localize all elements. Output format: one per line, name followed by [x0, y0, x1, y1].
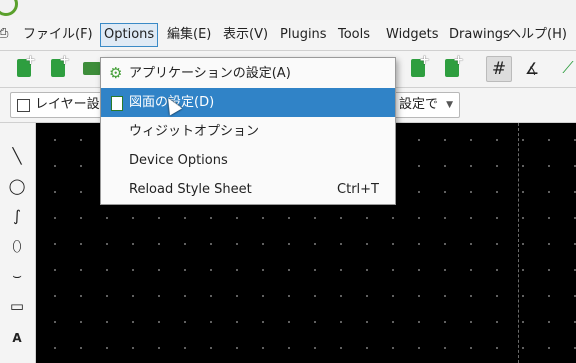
- polyline-icon: ⌣: [12, 267, 22, 285]
- curve-tool[interactable]: ∫: [6, 205, 28, 227]
- menu-options[interactable]: Options: [100, 23, 159, 47]
- block-button[interactable]: [406, 53, 430, 80]
- menu-tools[interactable]: Tools: [335, 25, 373, 45]
- guide-line: [518, 123, 519, 363]
- text-tool[interactable]: A: [6, 327, 28, 349]
- ellipse-icon: ⬯: [12, 237, 22, 255]
- grid-toggle-button[interactable]: #: [486, 56, 512, 82]
- polyline-tool[interactable]: ⌣: [6, 265, 28, 287]
- menu-device-options[interactable]: Device Options: [101, 146, 395, 175]
- snap-angle-icon: ∡: [524, 58, 540, 78]
- circle-tool[interactable]: ◯: [6, 175, 28, 197]
- settings-combo[interactable]: 設定で ▼: [394, 92, 460, 118]
- menu-item-label: Device Options: [129, 153, 228, 168]
- snap-angle-button[interactable]: ∡: [520, 56, 544, 80]
- add-block-button[interactable]: [440, 53, 464, 80]
- menu-item-label: Reload Style Sheet: [129, 182, 252, 197]
- menu-bar: ⎙ ファイル(F) Options 編集(E) 表示(V) Plugins To…: [0, 20, 576, 51]
- text-icon: A: [12, 331, 22, 345]
- menu-drawings[interactable]: Drawings: [446, 25, 513, 45]
- line-tool[interactable]: ╲: [6, 145, 28, 167]
- ellipse-tool[interactable]: ⬯: [6, 235, 28, 257]
- curve-icon: ∫: [13, 207, 21, 225]
- title-bar: [0, 0, 576, 20]
- menu-help[interactable]: ヘルプ(H): [505, 25, 570, 45]
- draft-icon: ⟋: [562, 58, 574, 77]
- page-icon: [111, 96, 123, 111]
- new-file-button[interactable]: [12, 53, 36, 80]
- tool-sidebar: ╲ ◯ ∫ ⬯ ⌣ ▭ A: [0, 123, 36, 363]
- menu-item-shortcut: Ctrl+T: [337, 182, 379, 197]
- add-block-icon: [445, 53, 464, 77]
- menu-item-label: ウィジットオプション: [129, 124, 260, 139]
- select-tool[interactable]: ▭: [6, 295, 28, 317]
- print-icon[interactable]: ⎙: [0, 26, 8, 41]
- new-file-icon: [17, 53, 36, 77]
- new-template-button[interactable]: [46, 53, 70, 80]
- gear-icon: ⚙: [109, 64, 123, 82]
- menu-plugins[interactable]: Plugins: [277, 25, 330, 45]
- draft-button[interactable]: ⟋: [556, 56, 576, 80]
- grid-icon: #: [491, 59, 507, 79]
- select-icon: ▭: [9, 297, 25, 315]
- settings-combo-label: 設定で: [399, 97, 439, 112]
- menu-file[interactable]: ファイル(F): [20, 25, 96, 45]
- menu-item-label: アプリケーションの設定(A): [129, 66, 291, 81]
- layer-icon: [17, 99, 30, 112]
- menu-app-settings[interactable]: ⚙ アプリケーションの設定(A): [101, 59, 395, 88]
- menu-reload-style-sheet[interactable]: Reload Style Sheet Ctrl+T: [101, 175, 395, 204]
- layer-combo-label: レイヤー設: [35, 97, 100, 112]
- circle-icon: ◯: [8, 177, 26, 195]
- menu-widgets[interactable]: Widgets: [383, 25, 442, 45]
- menu-edit[interactable]: 編集(E): [164, 25, 214, 45]
- menu-widget-options[interactable]: ウィジットオプション: [101, 117, 395, 146]
- new-template-icon: [51, 53, 70, 77]
- chevron-down-icon: ▼: [446, 100, 453, 110]
- options-menu: ⚙ アプリケーションの設定(A) 図面の設定(D) ウィジットオプション Dev…: [100, 57, 396, 205]
- line-icon: ╲: [12, 147, 22, 165]
- menu-view[interactable]: 表示(V): [220, 25, 271, 45]
- folder-icon: [83, 61, 101, 75]
- block-icon: [411, 53, 430, 77]
- app-logo-icon: [0, 0, 18, 16]
- menu-drawing-settings[interactable]: 図面の設定(D): [101, 88, 395, 117]
